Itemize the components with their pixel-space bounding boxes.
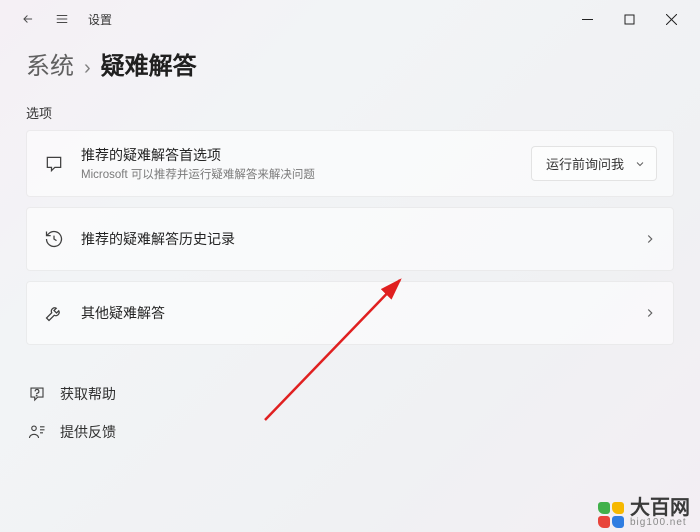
watermark-logo (598, 502, 624, 528)
chevron-right-icon (643, 232, 657, 246)
dropdown-value: 运行前询问我 (546, 154, 624, 173)
get-help-link[interactable]: 获取帮助 (26, 377, 674, 411)
window-controls (566, 3, 692, 35)
card-text: 推荐的疑难解答首选项 Microsoft 可以推荐并运行疑难解答来解决问题 (81, 145, 531, 182)
minimize-button[interactable] (566, 3, 608, 35)
back-button[interactable] (18, 9, 38, 29)
maximize-button[interactable] (608, 3, 650, 35)
logo-tile (612, 516, 624, 528)
breadcrumb-current: 疑难解答 (101, 46, 197, 81)
wrench-icon (43, 302, 65, 324)
menu-button[interactable] (52, 9, 72, 29)
card-subtitle: Microsoft 可以推荐并运行疑难解答来解决问题 (81, 166, 531, 182)
history-icon (43, 228, 65, 250)
chevron-down-icon (634, 158, 646, 170)
card-title: 其他疑难解答 (81, 303, 643, 323)
chevron-right-icon (643, 306, 657, 320)
recommended-prefs-card[interactable]: 推荐的疑难解答首选项 Microsoft 可以推荐并运行疑难解答来解决问题 运行… (26, 130, 674, 197)
link-label: 获取帮助 (60, 384, 116, 404)
card-title: 推荐的疑难解答历史记录 (81, 229, 643, 249)
prefs-dropdown[interactable]: 运行前询问我 (531, 146, 657, 181)
other-troubleshooters-card[interactable]: 其他疑难解答 (26, 281, 674, 345)
section-label: 选项 (26, 103, 674, 122)
card-title: 推荐的疑难解答首选项 (81, 145, 531, 165)
watermark-brand: 大百网 (630, 498, 690, 518)
titlebar-left: 设置 (8, 9, 112, 29)
watermark-url: big100.net (630, 518, 690, 528)
logo-tile (612, 502, 624, 514)
titlebar: 设置 (0, 0, 700, 38)
breadcrumb: 系统 › 疑难解答 (26, 46, 674, 81)
link-label: 提供反馈 (60, 422, 116, 442)
history-card[interactable]: 推荐的疑难解答历史记录 (26, 207, 674, 271)
card-text: 推荐的疑难解答历史记录 (81, 229, 643, 249)
card-text: 其他疑难解答 (81, 303, 643, 323)
watermark-text: 大百网 big100.net (630, 498, 690, 528)
close-button[interactable] (650, 3, 692, 35)
help-icon (26, 383, 48, 405)
breadcrumb-root[interactable]: 系统 (26, 46, 74, 81)
watermark: 大百网 big100.net (598, 498, 690, 528)
logo-tile (598, 516, 610, 528)
main-content: 系统 › 疑难解答 选项 推荐的疑难解答首选项 Microsoft 可以推荐并运… (0, 38, 700, 449)
feedback-icon (26, 421, 48, 443)
logo-tile (598, 502, 610, 514)
breadcrumb-separator: › (84, 57, 91, 80)
chat-icon (43, 153, 65, 175)
app-title: 设置 (86, 11, 112, 28)
feedback-link[interactable]: 提供反馈 (26, 415, 674, 449)
